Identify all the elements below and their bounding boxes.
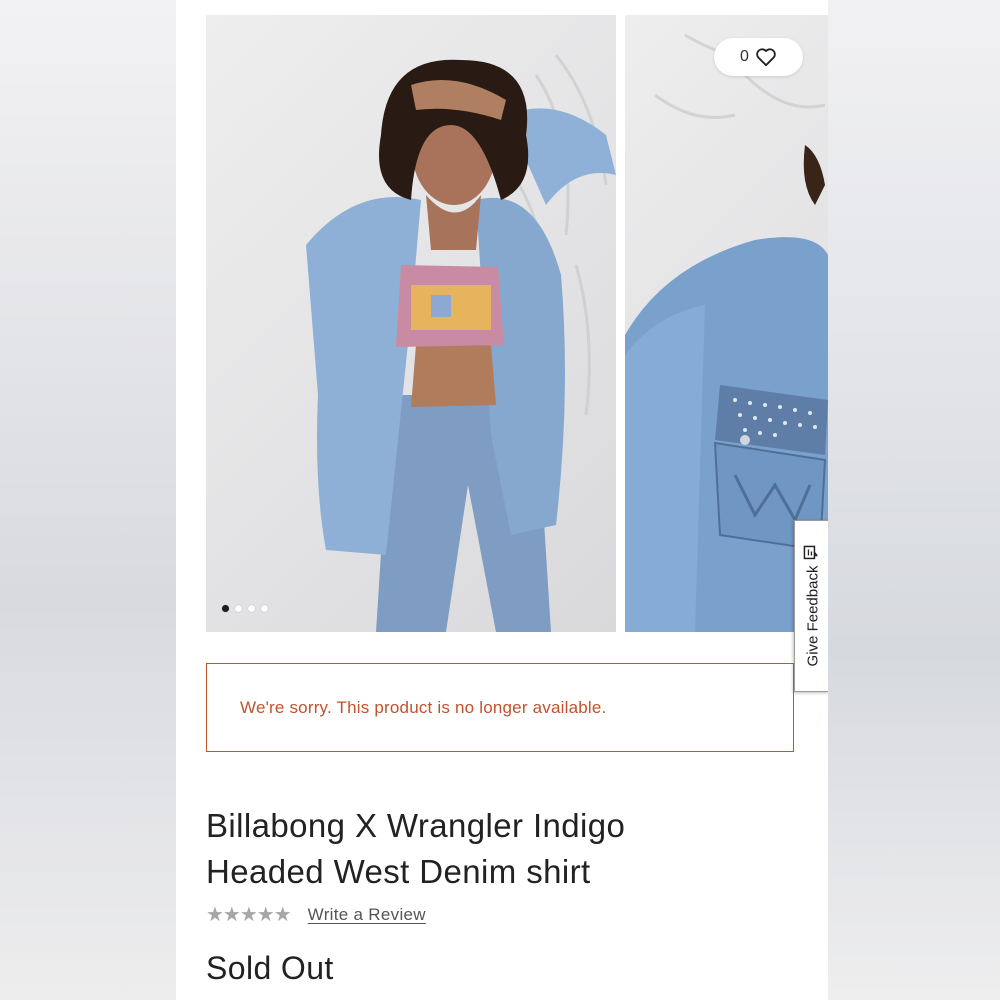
product-gallery[interactable] (206, 15, 828, 632)
feedback-icon (803, 545, 821, 560)
carousel-dot[interactable] (248, 605, 255, 612)
carousel-dot[interactable] (222, 605, 229, 612)
background-blur-right (828, 0, 1000, 1000)
carousel-dot[interactable] (261, 605, 268, 612)
product-title-line2: Headed West Denim shirt (206, 853, 591, 890)
give-feedback-tab[interactable]: Give Feedback (794, 520, 828, 692)
feedback-label: Give Feedback (803, 565, 821, 667)
wishlist-count: 0 (740, 48, 749, 65)
model-wearing-denim-shirt-photo (306, 54, 616, 632)
write-review-link[interactable]: Write a Review (308, 905, 426, 925)
product-photo-main[interactable] (206, 15, 616, 632)
background-blur-left (0, 0, 176, 1000)
product-title: Billabong X Wrangler Indigo Headed West … (206, 803, 766, 895)
product-rating: ★★★★★ Write a Review (206, 902, 426, 927)
wishlist-button[interactable]: 0 (714, 38, 803, 76)
product-page: 0 Give Feedback We're sorry. This produc… (176, 0, 828, 1000)
alert-message: We're sorry. This product is no longer a… (240, 697, 607, 717)
heart-icon (755, 47, 777, 67)
stock-status: Sold Out (206, 950, 334, 986)
unavailable-alert: We're sorry. This product is no longer a… (206, 663, 794, 752)
carousel-dot[interactable] (235, 605, 242, 612)
rating-stars-icon: ★★★★★ (206, 904, 292, 926)
carousel-dots[interactable] (222, 605, 268, 612)
product-title-line1: Billabong X Wrangler Indigo (206, 807, 626, 844)
